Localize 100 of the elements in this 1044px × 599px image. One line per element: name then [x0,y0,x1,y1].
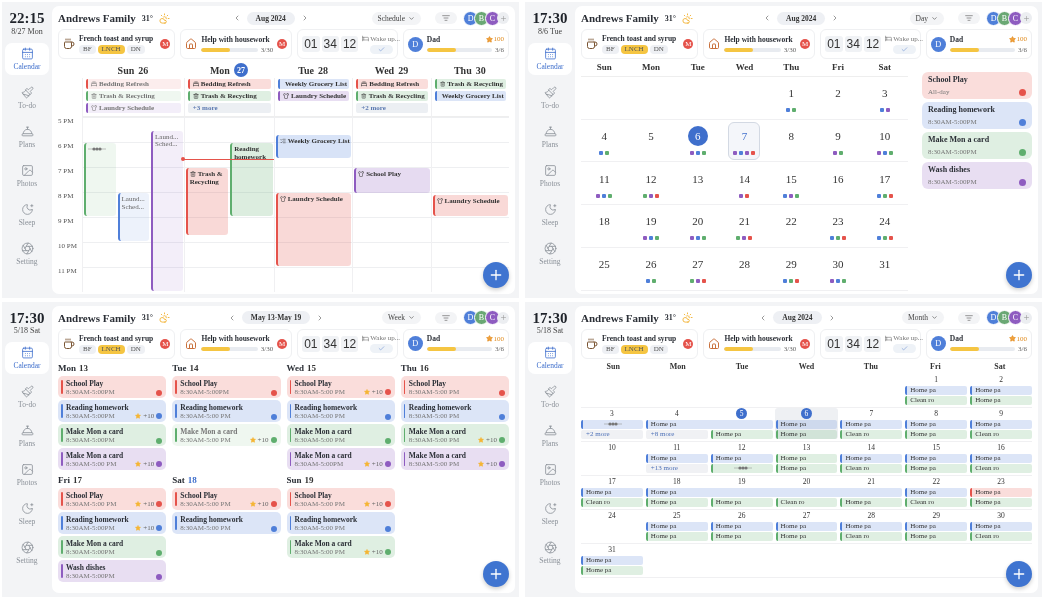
moon-icon [543,502,557,515]
day-number: 1 [787,86,795,102]
aperture-icon [543,241,557,255]
confirm-button[interactable] [892,44,916,54]
day-date: 18 [187,474,197,485]
calendar-day[interactable]: 7 [728,121,761,160]
trash-icon [189,171,196,177]
add-member-button[interactable] [497,12,509,24]
stacked-events[interactable] [710,463,773,473]
calendar-day[interactable]: 15 [775,164,808,203]
calendar-day[interactable]: 24 [868,206,901,245]
calendar-day[interactable]: 1 [775,78,808,117]
shirt-icon [282,93,289,99]
calendar-day[interactable]: 30 [821,249,854,288]
calendar-day[interactable]: 12 [635,164,668,203]
star-icon [135,412,142,419]
stacked-events-drawing [733,465,752,471]
day-date: 29 [398,64,409,76]
add-member-button[interactable] [497,311,509,324]
timer-digits: 01 [302,36,320,52]
brush-icon [543,85,557,99]
calendar-day[interactable]: 25 [588,249,621,288]
clock-date: 5/18 Sat [13,326,41,335]
calendar-day[interactable]: 4 [588,121,621,160]
member-avatar[interactable]: C [1008,310,1023,325]
day-number: 13 [691,171,705,187]
filter-button[interactable] [958,12,980,24]
filter-button[interactable] [958,311,980,324]
calendar-day[interactable]: 9 [821,121,854,160]
chevron-down-icon [408,14,415,22]
calendar-day[interactable]: 29 [775,249,808,288]
confirm-button[interactable] [892,344,916,353]
calendar-day[interactable]: 8 [775,121,808,160]
calendar-day[interactable]: 6 [681,121,714,160]
filter-button[interactable] [435,12,457,24]
weekday-label: Sun [605,361,621,373]
calendar-day[interactable]: 14 [728,164,761,203]
confirm-button[interactable] [369,344,393,353]
calendar-day[interactable]: 16 [821,164,854,203]
day-number: 8 [787,129,795,145]
temperature: 31° [141,13,153,23]
house-icon [708,337,721,350]
calendar-day[interactable]: 20 [681,206,714,245]
timer-digits: 01 [825,335,843,352]
moon-icon [20,202,34,216]
calendar-day[interactable]: 2 [821,78,854,117]
star-icon [135,524,142,531]
day-number: 14 [738,171,751,187]
add-member-button[interactable] [1020,311,1032,324]
calendar-day[interactable]: 23 [821,206,854,245]
day-number: 28 [738,257,751,273]
calendar-day[interactable]: 5 [635,121,668,160]
bed-icon [885,35,893,42]
calendar-day[interactable]: 17 [868,164,901,203]
stacked-events-drawing [88,146,106,152]
calendar-day[interactable]: 19 [635,206,668,245]
calendar-event[interactable] [84,143,116,216]
day-name: Sat [172,474,185,485]
star-icon [363,500,370,507]
weekday-label: Sun [595,62,613,74]
calendar-day[interactable]: 3 [868,78,901,117]
member-avatar[interactable]: C [485,310,500,325]
add-member-button[interactable] [1020,12,1032,24]
calendar-day[interactable]: 31 [868,249,901,288]
calendar-day[interactable]: 18 [588,206,621,245]
stacked-events[interactable] [581,419,643,429]
day-date: 13 [79,362,88,373]
day-name: Tue [298,64,314,76]
day-name: Fri [58,474,70,485]
confirm-button[interactable] [369,44,393,54]
coffee-cup-icon [63,337,75,350]
member-avatar: D [930,36,946,52]
calendar-day[interactable]: 11 [588,164,621,203]
plus-icon [499,14,507,22]
weekday-label: Thu [782,62,801,74]
day-name: Tue [172,362,187,373]
timer-digits: 01 [825,36,843,52]
calendar-day[interactable]: 28 [728,249,761,288]
temperature: 31° [664,13,676,23]
image-icon [543,163,557,177]
calendar-day[interactable]: 22 [775,206,808,245]
filter-button[interactable] [435,311,457,324]
day-name: Sun [286,474,302,485]
house-icon [185,38,198,50]
calendar-day[interactable]: 26 [635,249,668,288]
day-number: 23 [831,214,845,230]
plus-icon [488,566,504,582]
calendar-day[interactable]: 13 [681,164,714,203]
bed-icon [361,81,368,87]
clock-date: 8/6 Tue [537,26,563,36]
day-number: 4 [600,129,609,145]
day-date: 26 [138,64,149,76]
coffee-cup-icon [63,38,75,50]
calendar-day[interactable]: 21 [728,206,761,245]
calendar-day[interactable]: 27 [681,249,714,288]
timer-digits: 01 [302,335,320,352]
plus-icon [1011,566,1027,582]
day-number: 3 [880,86,889,102]
calendar-day[interactable]: 10 [868,121,901,160]
star-icon [485,35,493,43]
